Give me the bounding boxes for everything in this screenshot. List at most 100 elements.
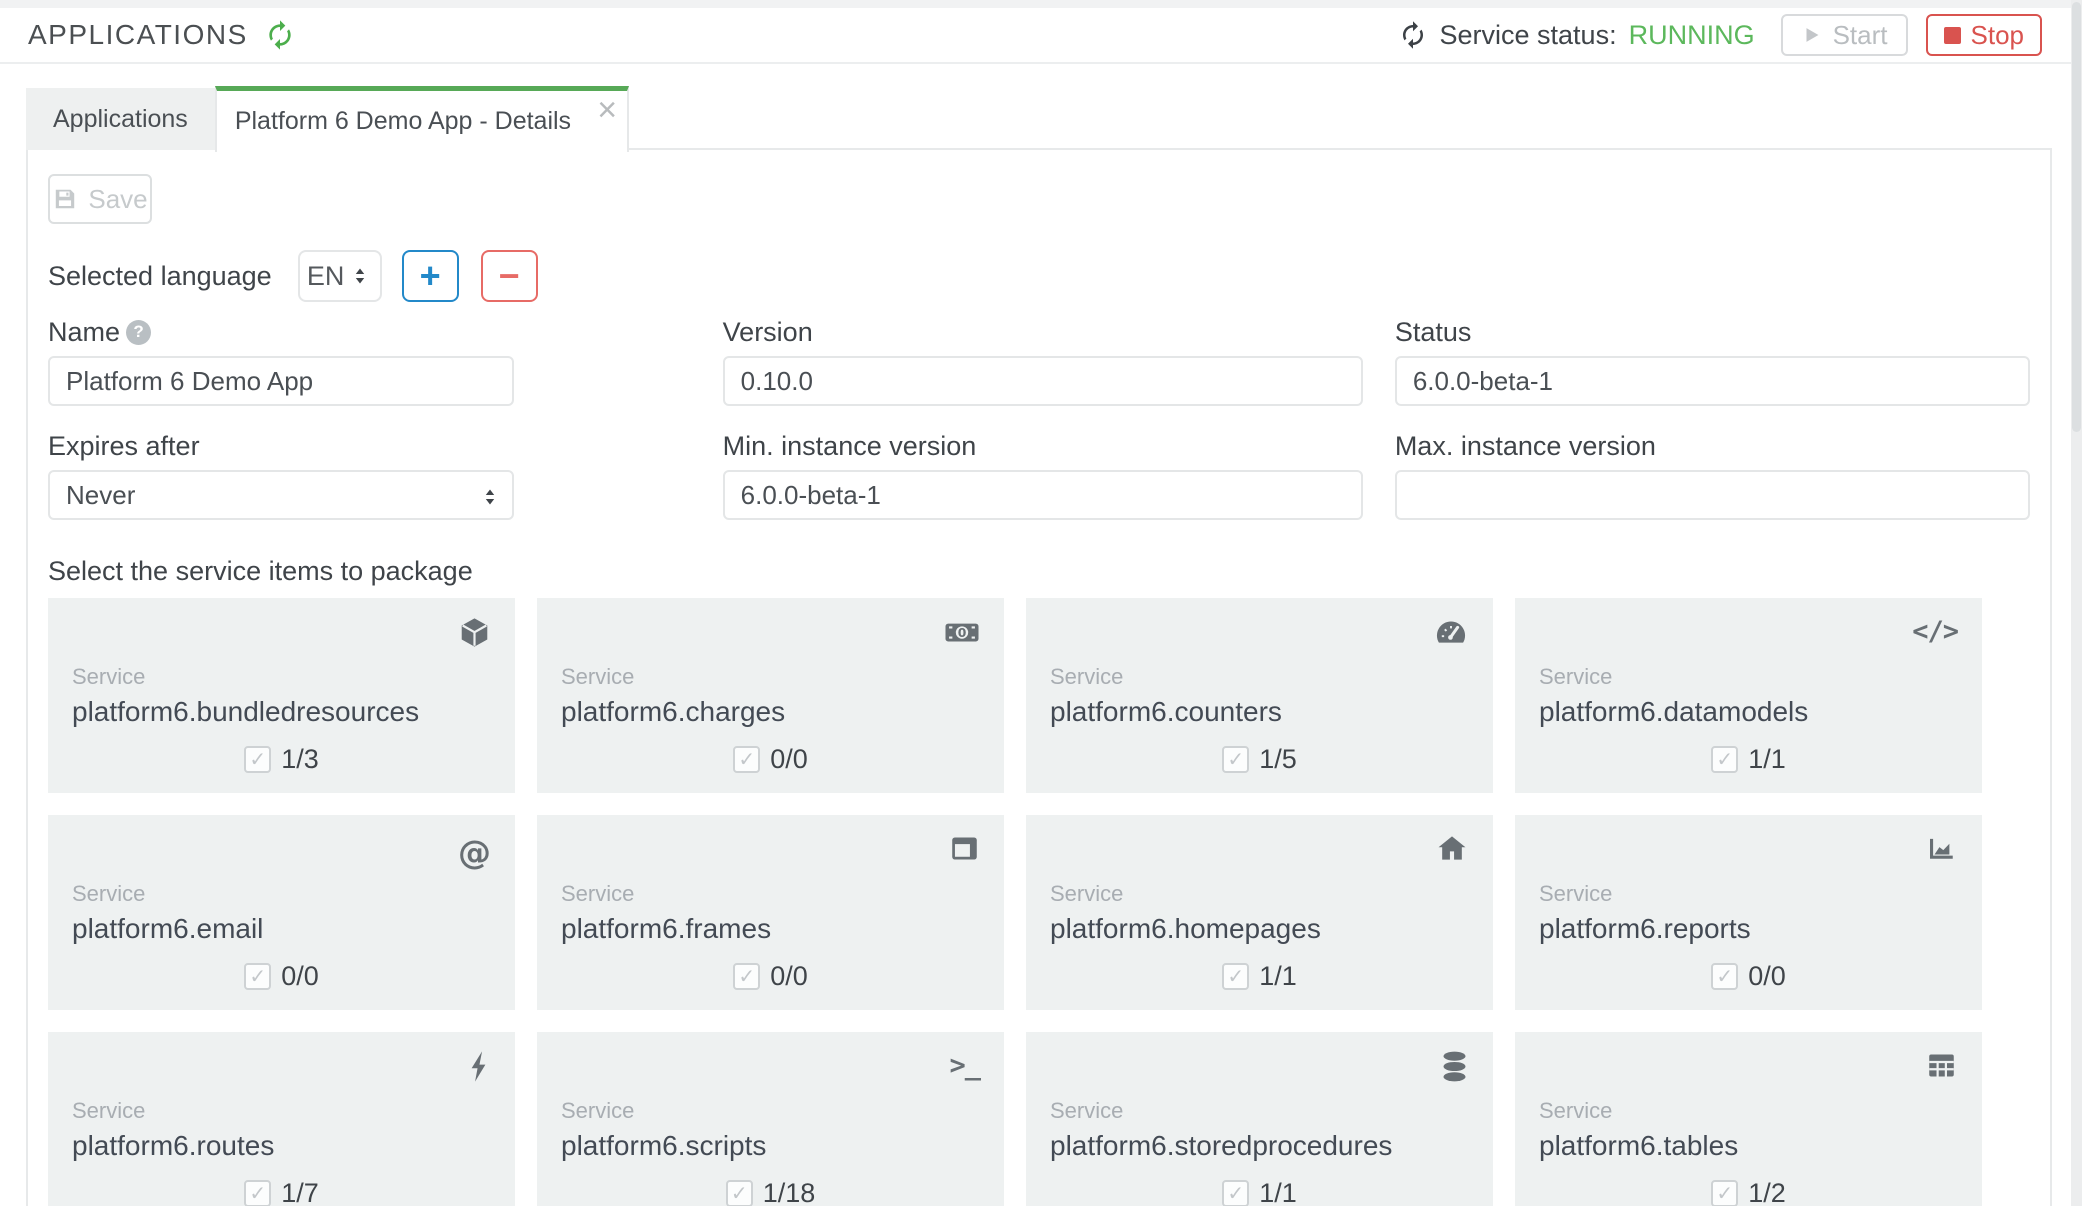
refresh-applications-icon[interactable] bbox=[264, 19, 296, 51]
service-card-type-label: Service bbox=[561, 1098, 635, 1123]
service-card-type-label: Service bbox=[72, 1098, 146, 1123]
service-select-checkbox[interactable]: ✓ bbox=[1222, 1180, 1250, 1206]
floppy-icon bbox=[52, 186, 78, 212]
tachometer-icon bbox=[1433, 616, 1469, 649]
service-card-name: platform6.storedprocedures bbox=[1050, 1130, 1393, 1161]
service-card[interactable]: Service platform6.routes ✓ 1/7 bbox=[48, 1032, 515, 1206]
play-icon bbox=[1801, 24, 1823, 46]
service-card[interactable]: Service platform6.frames ✓ 0/0 bbox=[537, 815, 1004, 1010]
service-card-count-row: ✓ 1/3 bbox=[48, 744, 515, 775]
add-language-button[interactable]: + bbox=[401, 250, 459, 302]
service-card[interactable]: Service platform6.bundledresources ✓ 1/3 bbox=[48, 598, 515, 793]
scrollbar-thumb[interactable] bbox=[2072, 2, 2081, 432]
service-item-count: 1/1 bbox=[1748, 744, 1786, 774]
window-icon bbox=[949, 833, 980, 864]
service-card-name: platform6.charges bbox=[561, 696, 786, 727]
service-card-type-label: Service bbox=[561, 664, 635, 689]
version-input[interactable] bbox=[722, 356, 1363, 406]
service-card-name: platform6.email bbox=[72, 913, 264, 944]
start-button-label: Start bbox=[1832, 19, 1888, 50]
app-header: APPLICATIONS Service status: RUNNING Sta… bbox=[0, 8, 2082, 64]
service-select-checkbox[interactable]: ✓ bbox=[1222, 963, 1250, 990]
at-icon: @ bbox=[458, 833, 491, 872]
service-card-count-row: ✓ 1/1 bbox=[1026, 961, 1493, 992]
name-label-text: Name bbox=[48, 316, 121, 347]
tab-details-label: Platform 6 Demo App - Details bbox=[234, 107, 572, 135]
service-select-checkbox[interactable]: ✓ bbox=[733, 963, 761, 990]
refresh-status-icon[interactable] bbox=[1398, 20, 1428, 50]
service-select-checkbox[interactable]: ✓ bbox=[733, 746, 761, 773]
service-cards-grid: Service platform6.bundledresources ✓ 1/3 0 Se… bbox=[48, 598, 2030, 1206]
help-icon[interactable]: ? bbox=[126, 319, 152, 345]
service-card-name: platform6.counters bbox=[1050, 696, 1282, 727]
stop-button[interactable]: Stop bbox=[1925, 14, 2042, 56]
service-select-checkbox[interactable]: ✓ bbox=[244, 1180, 272, 1206]
service-item-count: 1/5 bbox=[1259, 744, 1297, 774]
service-select-checkbox[interactable]: ✓ bbox=[1711, 963, 1739, 990]
check-mark-icon: ✓ bbox=[1227, 1182, 1245, 1205]
form-row-2: Expires after Never Min. instance versio… bbox=[48, 406, 2030, 520]
service-select-checkbox[interactable]: ✓ bbox=[1711, 1180, 1739, 1206]
database-icon bbox=[1440, 1050, 1469, 1083]
tab-details[interactable]: Platform 6 Demo App - Details × bbox=[214, 86, 630, 152]
tab-applications[interactable]: Applications bbox=[26, 88, 215, 150]
name-input[interactable] bbox=[48, 356, 514, 406]
service-card[interactable]: Service platform6.homepages ✓ 1/1 bbox=[1026, 815, 1493, 1010]
service-card-type-label: Service bbox=[1539, 1098, 1613, 1123]
language-select[interactable]: EN bbox=[297, 250, 382, 302]
expires-after-label: Expires after bbox=[48, 430, 200, 461]
service-select-checkbox[interactable]: ✓ bbox=[725, 1180, 753, 1206]
service-status-label: Service status: bbox=[1439, 19, 1617, 50]
status-input[interactable] bbox=[1394, 356, 2030, 406]
service-card-count-row: ✓ 0/0 bbox=[48, 961, 515, 992]
service-card-name: platform6.frames bbox=[561, 913, 772, 944]
service-card-count-row: ✓ 1/7 bbox=[48, 1178, 515, 1206]
check-mark-icon: ✓ bbox=[738, 748, 756, 771]
expires-after-select[interactable]: Never bbox=[48, 470, 514, 520]
service-card-type-label: Service bbox=[1539, 881, 1613, 906]
area-chart-icon bbox=[1925, 833, 1958, 864]
caret-updown-icon bbox=[348, 262, 372, 290]
service-card-type-label: Service bbox=[1050, 881, 1124, 906]
stop-square-icon bbox=[1943, 26, 1961, 44]
service-card[interactable]: >_ Service platform6.scripts ✓ 1/18 bbox=[537, 1032, 1004, 1206]
svg-text:0: 0 bbox=[958, 626, 967, 640]
service-card-count-row: ✓ 1/1 bbox=[1026, 1178, 1493, 1206]
service-card[interactable]: 0 Service platform6.charges ✓ 0/0 bbox=[537, 598, 1004, 793]
service-card[interactable]: Service platform6.tables ✓ 1/2 bbox=[1515, 1032, 1982, 1206]
min-instance-version-label: Min. instance version bbox=[722, 430, 977, 461]
service-select-checkbox[interactable]: ✓ bbox=[244, 746, 272, 773]
service-item-count: 0/0 bbox=[770, 744, 808, 774]
service-item-count: 1/18 bbox=[762, 1178, 816, 1206]
details-panel: Save Selected language EN + − Name ? Ver… bbox=[26, 148, 2052, 1206]
check-mark-icon: ✓ bbox=[1227, 965, 1245, 988]
service-card-name: platform6.scripts bbox=[561, 1130, 767, 1161]
check-mark-icon: ✓ bbox=[249, 965, 267, 988]
table-icon bbox=[1925, 1050, 1958, 1081]
page-title: APPLICATIONS bbox=[28, 19, 248, 50]
save-button[interactable]: Save bbox=[48, 174, 152, 224]
check-mark-icon: ✓ bbox=[1227, 748, 1245, 771]
service-card[interactable]: Service platform6.counters ✓ 1/5 bbox=[1026, 598, 1493, 793]
service-card-count-row: ✓ 1/1 bbox=[1515, 744, 1982, 775]
caret-updown-icon bbox=[478, 483, 502, 511]
service-card[interactable]: @ Service platform6.email ✓ 0/0 bbox=[48, 815, 515, 1010]
service-card[interactable]: </> Service platform6.datamodels ✓ 1/1 bbox=[1515, 598, 1982, 793]
max-instance-version-input[interactable] bbox=[1394, 470, 2030, 520]
check-mark-icon: ✓ bbox=[1716, 965, 1734, 988]
service-select-checkbox[interactable]: ✓ bbox=[244, 963, 272, 990]
service-item-count: 1/3 bbox=[281, 744, 319, 774]
service-select-checkbox[interactable]: ✓ bbox=[1222, 746, 1250, 773]
vertical-scrollbar[interactable] bbox=[2071, 0, 2082, 1206]
service-card[interactable]: Service platform6.reports ✓ 0/0 bbox=[1515, 815, 1982, 1010]
check-mark-icon: ✓ bbox=[249, 748, 267, 771]
service-card[interactable]: Service platform6.storedprocedures ✓ 1/1 bbox=[1026, 1032, 1493, 1206]
service-select-checkbox[interactable]: ✓ bbox=[1711, 746, 1739, 773]
start-button[interactable]: Start bbox=[1780, 14, 1908, 56]
remove-language-button[interactable]: − bbox=[480, 250, 538, 302]
service-item-count: 1/7 bbox=[281, 1178, 319, 1206]
page-top-strip bbox=[0, 0, 2082, 8]
close-tab-icon[interactable]: × bbox=[597, 93, 617, 127]
form-row-1: Name ? Version Status bbox=[48, 302, 2030, 406]
min-instance-version-input[interactable] bbox=[722, 470, 1363, 520]
